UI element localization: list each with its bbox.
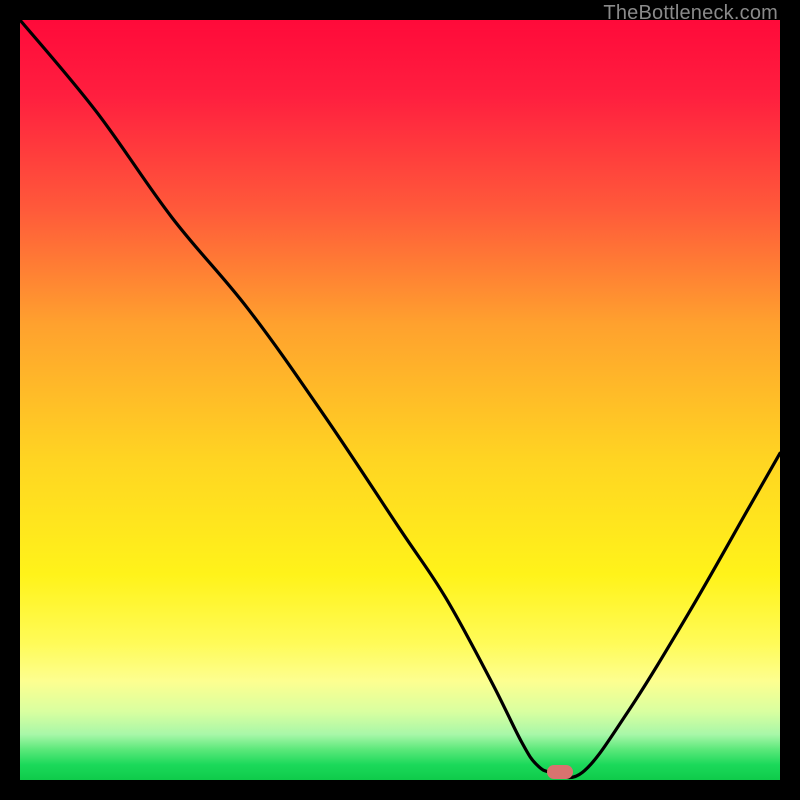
chart-frame: TheBottleneck.com	[0, 0, 800, 800]
bottleneck-curve	[20, 20, 780, 780]
bottleneck-marker	[547, 765, 573, 779]
curve-path	[20, 20, 780, 778]
plot-area	[20, 20, 780, 780]
watermark-text: TheBottleneck.com	[603, 2, 778, 25]
